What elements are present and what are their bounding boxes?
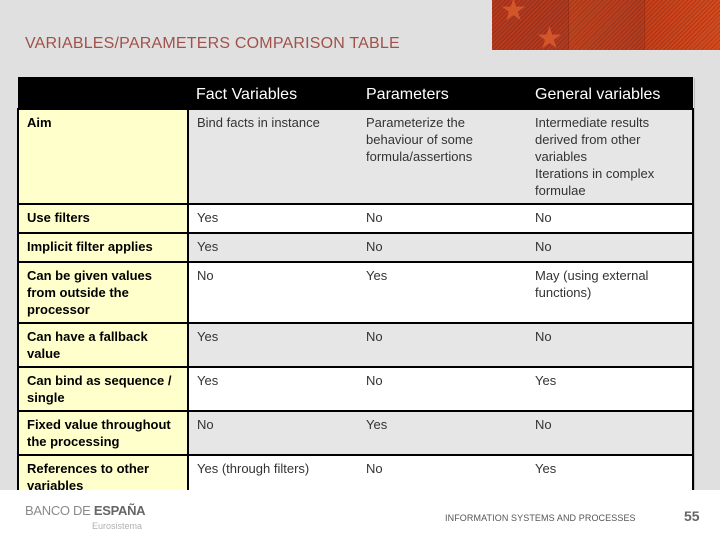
row-label: Can have a fallback value (17, 322, 189, 367)
header-general-variables: General variables (527, 77, 693, 109)
table-header-row: Fact Variables Parameters General variab… (18, 77, 693, 109)
row-label: Implicit filter applies (17, 232, 189, 262)
header-fact-variables: Fact Variables (188, 77, 358, 109)
cell-fact-variables: No (188, 410, 358, 455)
cell-general-variables: Intermediate results derived from other … (527, 108, 694, 204)
row-label: Can be given values from outside the pro… (17, 261, 189, 323)
cell-fact-variables: Bind facts in instance (188, 108, 358, 204)
cell-fact-variables: Yes (188, 203, 358, 233)
table-row: Can be given values from outside the pro… (17, 261, 694, 323)
logo-bold-text: ESPAÑA (93, 503, 146, 518)
cell-general-variables: No (527, 322, 694, 367)
cell-fact-variables: Yes (188, 232, 358, 262)
table-row: Implicit filter applies Yes No No (17, 232, 694, 262)
row-label: Use filters (17, 203, 189, 233)
footer: BANCO DE ESPAÑA Eurosistema INFORMATION … (0, 490, 720, 540)
table-row: Use filters Yes No No (17, 203, 694, 233)
logo-subtitle: Eurosistema (92, 521, 143, 531)
cell-fact-variables: No (188, 261, 358, 323)
cell-parameters: No (358, 203, 527, 233)
cell-parameters: Parameterize the behaviour of some formu… (358, 108, 527, 204)
footer-section-title: INFORMATION SYSTEMS AND PROCESSES (445, 513, 636, 523)
page-number: 55 (684, 508, 700, 524)
header-empty (18, 77, 188, 109)
bank-logo: BANCO DE ESPAÑA (25, 503, 146, 518)
slide-title: VARIABLES/PARAMETERS COMPARISON TABLE (25, 35, 400, 52)
cell-general-variables: Yes (527, 366, 694, 411)
comparison-table: Fact Variables Parameters General variab… (17, 77, 694, 500)
row-label: Aim (17, 108, 189, 204)
cell-general-variables: No (527, 232, 694, 262)
table-row: Can bind as sequence / single Yes No Yes (17, 366, 694, 411)
banner-divider (568, 0, 569, 50)
cell-general-variables: No (527, 203, 694, 233)
header-parameters: Parameters (358, 77, 527, 109)
cell-parameters: No (358, 366, 527, 411)
table-row: Aim Bind facts in instance Parameterize th… (17, 108, 694, 204)
banner-divider (644, 0, 645, 50)
decorative-banner: ★ ★ (492, 0, 720, 50)
cell-general-variables: No (527, 410, 694, 455)
cell-parameters: Yes (358, 410, 527, 455)
star-icon: ★ (500, 0, 527, 27)
logo-light-text: BANCO DE (25, 503, 94, 518)
table-row: Fixed value throughout the processing No Y… (17, 410, 694, 455)
cell-parameters: No (358, 322, 527, 367)
cell-fact-variables: Yes (188, 322, 358, 367)
cell-parameters: No (358, 232, 527, 262)
cell-parameters: Yes (358, 261, 527, 323)
table-row: Can have a fallback value Yes No No (17, 322, 694, 367)
row-label: Fixed value throughout the processing (17, 410, 189, 455)
star-icon: ★ (536, 22, 563, 51)
cell-fact-variables: Yes (188, 366, 358, 411)
cell-general-variables: May (using external functions) (527, 261, 694, 323)
row-label: Can bind as sequence / single (17, 366, 189, 411)
